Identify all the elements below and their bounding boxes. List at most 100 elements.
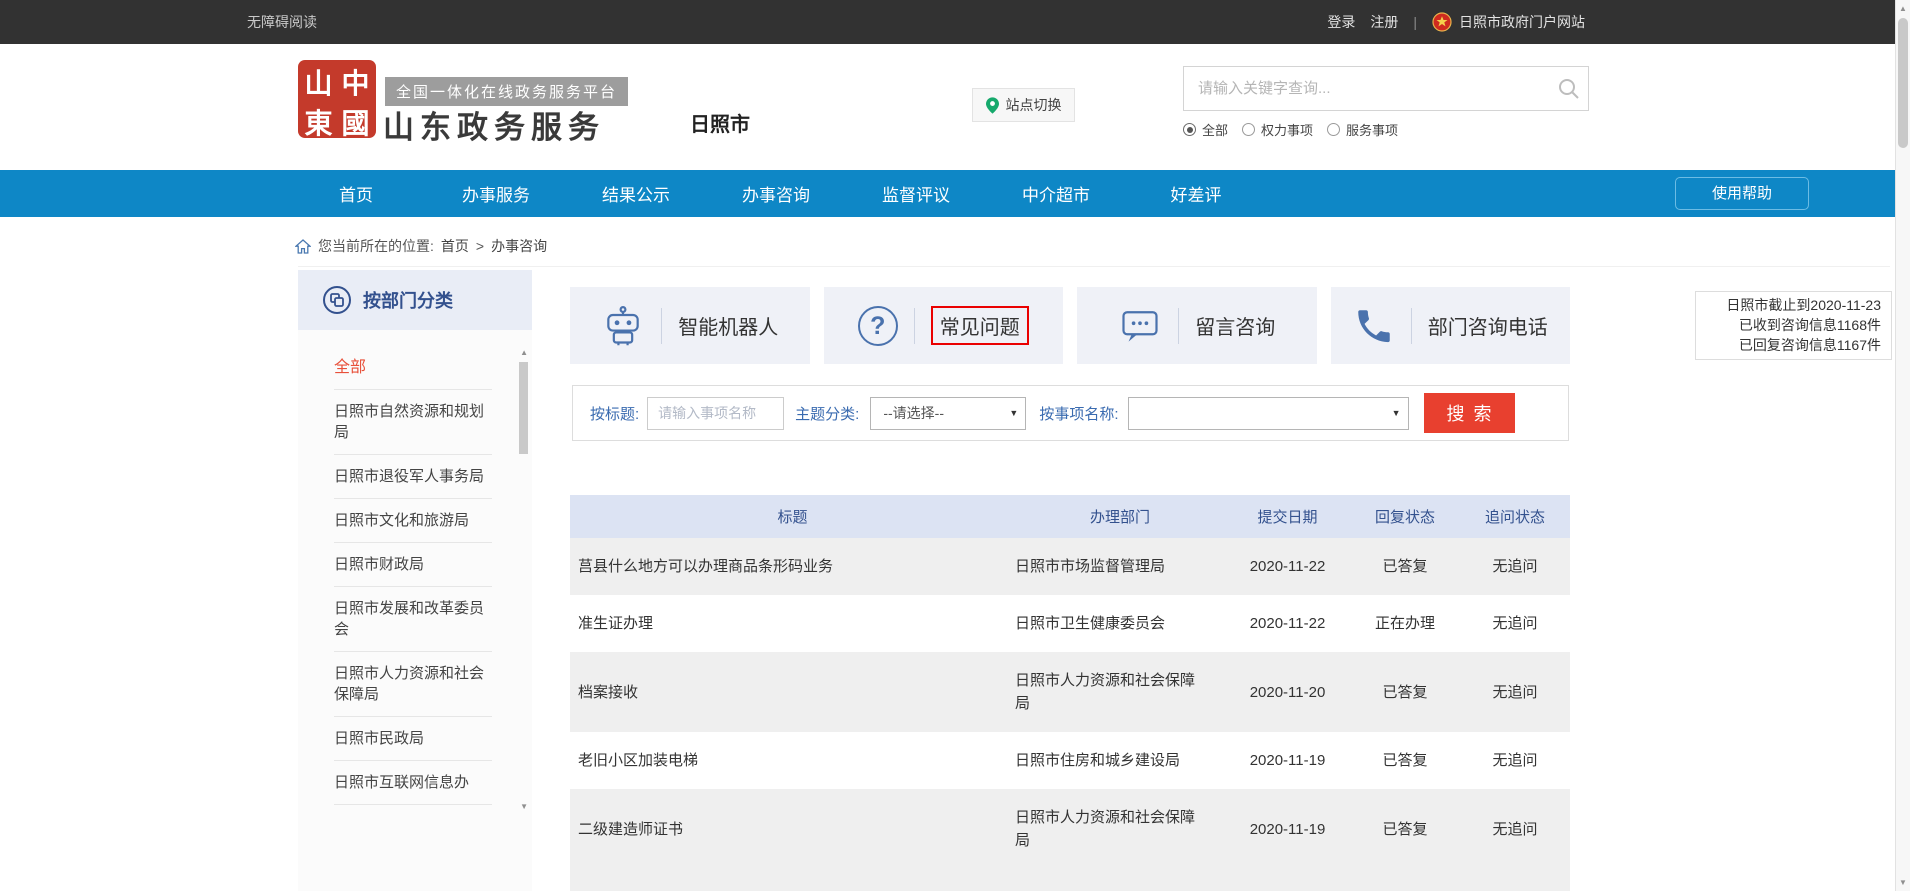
consultation-title[interactable]: 二级建造师证书 — [570, 789, 1015, 869]
site-switch-button[interactable]: 站点切换 — [972, 88, 1075, 122]
stats-deadline: 日照市截止到2020-11-23 — [1704, 295, 1881, 315]
table-header-cell: 追问状态 — [1460, 495, 1570, 538]
category-select[interactable]: --请选择-- ▼ — [870, 397, 1026, 430]
nav-item[interactable]: 好差评 — [1126, 181, 1266, 206]
scroll-up-icon[interactable]: ▲ — [520, 348, 528, 357]
handling-department: 日照市住房和城乡建设局 — [1015, 732, 1225, 789]
table-row[interactable]: 老旧小区加装电梯 日照市住房和城乡建设局 2020-11-19 已答复 无追问 — [570, 732, 1570, 789]
nav-item[interactable]: 监督评议 — [846, 181, 986, 206]
help-button[interactable]: 使用帮助 — [1675, 177, 1809, 210]
nav-item[interactable]: 首页 — [286, 181, 426, 206]
divider — [661, 308, 662, 344]
nav-item[interactable]: 结果公示 — [566, 181, 706, 206]
site-header: 山 中 東 國 全国一体化在线政务服务平台 山东政务服务 日照市 站点切换 — [0, 44, 1910, 170]
tab-leave-message[interactable]: 留言咨询 — [1077, 287, 1317, 364]
topbar-right: 登录 注册 | 日照市政府门户网站 — [1327, 0, 1585, 44]
search-icon[interactable] — [1558, 78, 1580, 100]
stats-replied: 已回复咨询信息1167件 — [1704, 335, 1881, 355]
shandong-seal-logo: 山 中 東 國 — [300, 62, 374, 136]
sidebar-item[interactable]: 日照市文化和旅游局 — [334, 499, 492, 543]
department-list: 全部 日照市自然资源和规划局 日照市退役军人事务局 日照市文化和旅游局 日照市财… — [298, 330, 532, 891]
filter-title-label: 按标题: — [590, 403, 639, 424]
follow-status: 无追问 — [1460, 732, 1570, 789]
table-row[interactable]: 莒县什么地方可以办理商品条形码业务 日照市市场监督管理局 2020-11-22 … — [570, 538, 1570, 595]
portal-label: 日照市政府门户网站 — [1459, 12, 1585, 32]
keyword-search-input[interactable] — [1184, 67, 1588, 110]
nav-item[interactable]: 办事咨询 — [706, 181, 846, 206]
scroll-down-icon[interactable]: ▼ — [520, 802, 528, 811]
message-icon — [1118, 304, 1162, 348]
scroll-thumb[interactable] — [519, 362, 528, 454]
radio-icon[interactable] — [1183, 123, 1196, 136]
sidebar-item[interactable]: 全部 — [334, 346, 492, 390]
scroll-down-icon[interactable]: ▼ — [1896, 878, 1910, 887]
consultation-title[interactable]: 档案接收 — [570, 652, 1015, 732]
table-row[interactable]: 档案接收 日照市人力资源和社会保障局 2020-11-20 已答复 无追问 — [570, 652, 1570, 732]
sidebar-item[interactable]: 日照市发展和改革委员会 — [334, 587, 492, 652]
consultation-title[interactable]: 准生证办理 — [570, 595, 1015, 652]
stats-received: 已收到咨询信息1168件 — [1704, 315, 1881, 335]
consult-channel-cards: 智能机器人 ? 常见问题 留言咨询 部门咨询电话 — [570, 287, 1570, 364]
portal-link[interactable]: 日照市政府门户网站 — [1432, 12, 1585, 32]
tab-label-highlighted: 常见问题 — [931, 306, 1029, 345]
sidebar-item[interactable]: 日照市自然资源和规划局 — [334, 390, 492, 455]
radio-icon[interactable] — [1242, 123, 1255, 136]
nav-item[interactable]: 中介超市 — [986, 181, 1126, 206]
table-header-cell: 标题 — [570, 495, 1015, 538]
handling-department: 日照市卫生健康委员会 — [1015, 595, 1225, 652]
sidebar-item[interactable]: 日照市互联网信息办 — [334, 761, 492, 805]
reply-status: 已答复 — [1350, 538, 1460, 595]
table-row[interactable]: 二级建造师证书 日照市人力资源和社会保障局 2020-11-19 已答复 无追问 — [570, 789, 1570, 869]
accessibility-link[interactable]: 无障碍阅读 — [247, 0, 317, 44]
keyword-search — [1183, 66, 1589, 111]
sidebar-item[interactable]: 日照市财政局 — [334, 543, 492, 587]
divider — [298, 266, 1890, 267]
sidebar-item[interactable]: 日照市人力资源和社会保障局 — [334, 652, 492, 717]
table-header-cell: 提交日期 — [1225, 495, 1350, 538]
follow-status: 无追问 — [1460, 595, 1570, 652]
scope-option-power[interactable]: 权力事项 — [1242, 120, 1313, 139]
tab-faq[interactable]: ? 常见问题 — [824, 287, 1064, 364]
home-icon — [295, 239, 311, 254]
seal-char: 國 — [341, 102, 369, 142]
seal-char: 東 — [304, 102, 332, 142]
topbar-divider: | — [1413, 14, 1417, 30]
tab-department-phone[interactable]: 部门咨询电话 — [1331, 287, 1571, 364]
login-link[interactable]: 登录 — [1327, 12, 1355, 32]
radio-icon[interactable] — [1327, 123, 1340, 136]
submit-date: 2020-11-22 — [1225, 595, 1350, 652]
sidebar-item[interactable]: 日照市退役军人事务局 — [334, 455, 492, 499]
breadcrumb-home[interactable]: 首页 — [441, 236, 469, 256]
title-filter-input[interactable] — [647, 397, 784, 430]
city-name: 日照市 — [690, 108, 750, 137]
breadcrumb-current[interactable]: 办事咨询 — [491, 236, 547, 256]
submit-date: 2020-11-20 — [1225, 652, 1350, 732]
seal-char: 山 — [304, 62, 332, 102]
scroll-thumb[interactable] — [1898, 18, 1908, 148]
search-button[interactable]: 搜索 — [1424, 393, 1515, 433]
consultation-title[interactable]: 莒县什么地方可以办理商品条形码业务 — [570, 538, 1015, 595]
table-header-row: 标题办理部门提交日期回复状态追问状态 — [570, 495, 1570, 538]
scroll-up-icon[interactable]: ▲ — [1896, 4, 1910, 13]
follow-status: 无追问 — [1460, 652, 1570, 732]
tab-smart-robot[interactable]: 智能机器人 — [570, 287, 810, 364]
page-scrollbar[interactable]: ▲ ▼ — [1895, 0, 1910, 891]
item-name-select[interactable]: ▼ — [1128, 397, 1409, 430]
follow-status: 无追问 — [1460, 538, 1570, 595]
department-classify-icon — [322, 285, 352, 315]
main-nav: 首页办事服务结果公示办事咨询监督评议中介超市好差评 使用帮助 — [0, 170, 1910, 217]
scope-option-all[interactable]: 全部 — [1183, 120, 1228, 139]
nav-item[interactable]: 办事服务 — [426, 181, 566, 206]
submit-date: 2020-11-19 — [1225, 732, 1350, 789]
handling-department: 日照市人力资源和社会保障局 — [1015, 789, 1225, 869]
chevron-down-icon: ▼ — [1009, 398, 1018, 429]
filter-category-label: 主题分类: — [795, 403, 859, 424]
table-row[interactable]: 准生证办理 日照市卫生健康委员会 2020-11-22 正在办理 无追问 — [570, 595, 1570, 652]
register-link[interactable]: 注册 — [1370, 12, 1398, 32]
consultation-title[interactable]: 老旧小区加装电梯 — [570, 732, 1015, 789]
submit-date: 2020-11-19 — [1225, 789, 1350, 869]
filter-bar: 按标题: 主题分类: --请选择-- ▼ 按事项名称: ▼ 搜索 — [572, 385, 1569, 441]
table-row-partial[interactable] — [570, 869, 1570, 891]
sidebar-item[interactable]: 日照市民政局 — [334, 717, 492, 761]
scope-option-service[interactable]: 服务事项 — [1327, 120, 1398, 139]
